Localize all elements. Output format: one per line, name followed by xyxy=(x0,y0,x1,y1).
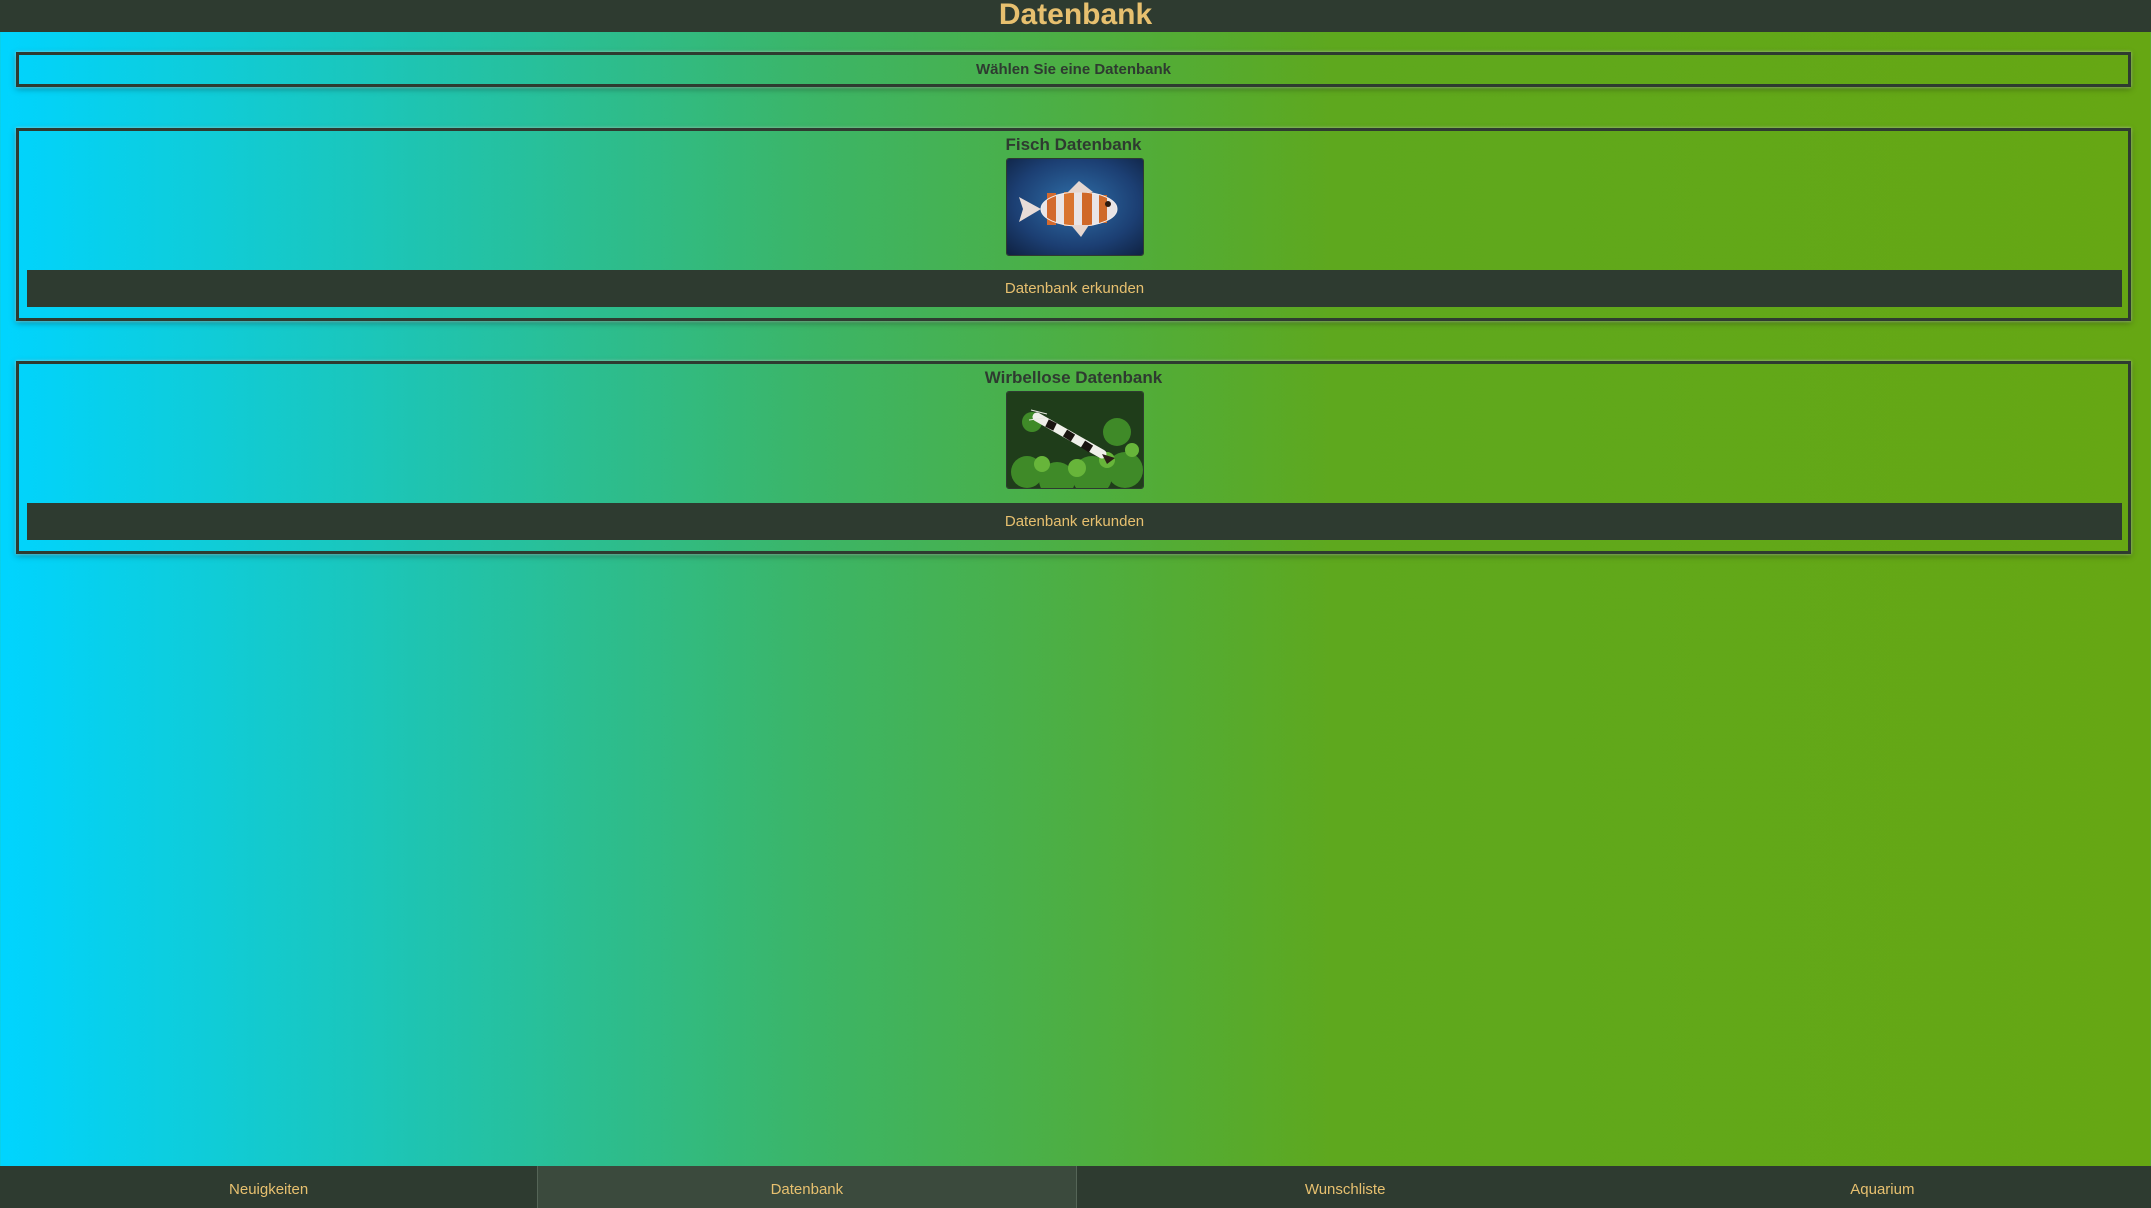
select-database-label: Wählen Sie eine Datenbank xyxy=(975,61,1172,78)
explore-fish-database-button[interactable]: Datenbank erkunden xyxy=(27,270,2122,307)
bottom-tab-bar: Neuigkeiten Datenbank Wunschliste Aquari… xyxy=(0,1166,2151,1208)
fish-photo xyxy=(1006,158,1144,256)
shrimp-photo xyxy=(1006,391,1144,489)
tab-datenbank[interactable]: Datenbank xyxy=(537,1166,1077,1208)
tab-neuigkeiten[interactable]: Neuigkeiten xyxy=(0,1166,537,1208)
select-database-banner: Wählen Sie eine Datenbank xyxy=(16,52,2131,87)
tab-wunschliste[interactable]: Wunschliste xyxy=(1077,1166,1614,1208)
fish-database-title: Fisch Datenbank xyxy=(1005,135,1142,154)
page-title: Datenbank xyxy=(998,0,1153,31)
invertebrate-database-card: Wirbellose Datenbank Datenbank erkunden xyxy=(16,361,2131,554)
invertebrate-database-title: Wirbellose Datenbank xyxy=(984,368,1163,387)
tab-aquarium[interactable]: Aquarium xyxy=(1614,1166,2151,1208)
fish-database-card: Fisch Datenbank Datenbank erkunden xyxy=(16,128,2131,321)
explore-invertebrate-database-button[interactable]: Datenbank erkunden xyxy=(27,503,2122,540)
top-title-bar: Datenbank xyxy=(0,0,2151,32)
